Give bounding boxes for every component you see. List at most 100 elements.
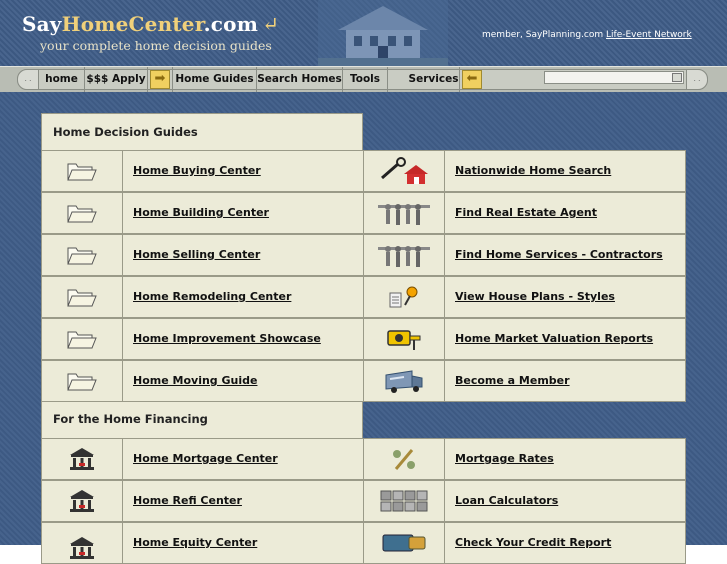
member-prefix: member, SayPlanning.com bbox=[482, 30, 604, 40]
row-icon-cell bbox=[363, 192, 445, 234]
nav-home-guides[interactable]: Home Guides bbox=[172, 67, 257, 92]
site-header: SayHomeCenter.com ↵ your complete home de… bbox=[0, 0, 727, 66]
people-icon bbox=[378, 204, 430, 225]
row-link-cell: Nationwide Home Search bbox=[444, 150, 686, 192]
row-link-cell: Home Building Center bbox=[122, 192, 364, 234]
slider-thumb[interactable] bbox=[672, 73, 682, 82]
row-link-cell: Home Equity Center bbox=[122, 522, 364, 564]
find-home-services-link[interactable]: Find Home Services - Contractors bbox=[455, 248, 663, 261]
row-link-cell: Find Real Estate Agent bbox=[444, 192, 686, 234]
logo-com: .com bbox=[203, 12, 259, 36]
row-link-cell: Home Market Valuation Reports bbox=[444, 318, 686, 360]
house-banner-image bbox=[318, 0, 448, 66]
folder-icon bbox=[67, 289, 97, 307]
home-buying-center-link[interactable]: Home Buying Center bbox=[133, 164, 261, 177]
row-link-cell: Home Mortgage Center bbox=[122, 438, 364, 480]
table-row: Home Refi Center Loan Calculators bbox=[41, 480, 686, 522]
row-link-cell: View House Plans - Styles bbox=[444, 276, 686, 318]
calculator-icon bbox=[380, 490, 428, 512]
house-key-icon bbox=[381, 157, 428, 184]
row-link-cell: Home Selling Center bbox=[122, 234, 364, 276]
home-mortgage-center-link[interactable]: Home Mortgage Center bbox=[133, 452, 278, 465]
become-a-member-link[interactable]: Become a Member bbox=[455, 374, 570, 387]
home-refi-center-link[interactable]: Home Refi Center bbox=[133, 494, 242, 507]
row-link-cell: Home Improvement Showcase bbox=[122, 318, 364, 360]
folder-icon bbox=[67, 331, 97, 349]
credit-card-icon bbox=[382, 534, 426, 552]
table-row: Home Equity Center Check Your Credit Rep… bbox=[41, 522, 686, 564]
folder-icon bbox=[67, 247, 97, 265]
row-icon-cell bbox=[363, 234, 445, 276]
nav-tools[interactable]: Tools bbox=[343, 67, 388, 92]
bank-icon bbox=[70, 490, 94, 512]
life-event-network-link[interactable]: Life-Event Network bbox=[606, 30, 692, 40]
nav-services[interactable]: Services bbox=[388, 67, 460, 92]
nav-forward-arrow-icon[interactable]: ➡ bbox=[150, 70, 170, 89]
table-row: Home Buying Center Nationwide Home Searc… bbox=[41, 150, 686, 192]
nav-left-cap: . . bbox=[17, 69, 39, 90]
row-link-cell: Check Your Credit Report bbox=[444, 522, 686, 564]
table-row: Home Mortgage Center Mortgage Rates bbox=[41, 438, 686, 480]
row-icon-cell bbox=[41, 480, 123, 522]
table-row: Home Improvement Showcase Home Market Va… bbox=[41, 318, 686, 360]
row-link-cell: Mortgage Rates bbox=[444, 438, 686, 480]
home-building-center-link[interactable]: Home Building Center bbox=[133, 206, 269, 219]
row-icon-cell bbox=[363, 318, 445, 360]
plans-pin-icon bbox=[389, 286, 418, 308]
section-home-decision-guides: Home Decision Guides bbox=[41, 113, 363, 151]
row-link-cell: Home Moving Guide bbox=[122, 360, 364, 402]
nav-scroll-slider[interactable] bbox=[544, 71, 684, 84]
folder-icon bbox=[67, 163, 97, 181]
row-icon-cell bbox=[363, 150, 445, 192]
row-icon-cell bbox=[41, 438, 123, 480]
check-credit-report-link[interactable]: Check Your Credit Report bbox=[455, 536, 611, 549]
home-selling-center-link[interactable]: Home Selling Center bbox=[133, 248, 260, 261]
row-icon-cell bbox=[41, 150, 123, 192]
home-remodeling-center-link[interactable]: Home Remodeling Center bbox=[133, 290, 291, 303]
nav-search-homes[interactable]: Search Homes bbox=[257, 67, 343, 92]
view-house-plans-link[interactable]: View House Plans - Styles bbox=[455, 290, 615, 303]
row-link-cell: Home Buying Center bbox=[122, 150, 364, 192]
logo-homecenter: HomeCenter bbox=[61, 12, 204, 36]
row-icon-cell bbox=[41, 234, 123, 276]
loan-calculators-link[interactable]: Loan Calculators bbox=[455, 494, 558, 507]
table-row: Home Building Center Find Real Estate Ag… bbox=[41, 192, 686, 234]
table-row: Home Selling Center Find Home Services -… bbox=[41, 234, 686, 276]
home-equity-center-link[interactable]: Home Equity Center bbox=[133, 536, 257, 549]
home-market-valuation-link[interactable]: Home Market Valuation Reports bbox=[455, 332, 653, 345]
nav-home[interactable]: home bbox=[39, 67, 85, 92]
folder-icon bbox=[67, 205, 97, 223]
table-row: Home Moving Guide Become a Member bbox=[41, 360, 686, 402]
logo-say: Say bbox=[22, 12, 62, 36]
site-logo[interactable]: SayHomeCenter.com ↵ bbox=[22, 12, 279, 36]
people-icon bbox=[378, 246, 430, 267]
measure-tape-icon bbox=[387, 330, 421, 350]
row-icon-cell bbox=[363, 522, 445, 564]
row-icon-cell bbox=[363, 480, 445, 522]
mortgage-rates-link[interactable]: Mortgage Rates bbox=[455, 452, 554, 465]
nav-apply[interactable]: $$$ Apply bbox=[85, 67, 148, 92]
moving-truck-icon bbox=[385, 370, 423, 393]
site-tagline: your complete home decision guides bbox=[40, 38, 272, 53]
folder-icon bbox=[67, 373, 97, 391]
row-link-cell: Home Refi Center bbox=[122, 480, 364, 522]
nav-back-arrow-icon[interactable]: ⬅ bbox=[462, 70, 482, 89]
row-icon-cell bbox=[363, 360, 445, 402]
row-icon-cell bbox=[41, 192, 123, 234]
home-improvement-showcase-link[interactable]: Home Improvement Showcase bbox=[133, 332, 321, 345]
row-link-cell: Loan Calculators bbox=[444, 480, 686, 522]
find-real-estate-agent-link[interactable]: Find Real Estate Agent bbox=[455, 206, 597, 219]
table-row: Home Remodeling Center View House Plans … bbox=[41, 276, 686, 318]
row-icon-cell bbox=[41, 276, 123, 318]
nav-right-cap: . . bbox=[686, 69, 708, 90]
section-home-financing: For the Home Financing bbox=[41, 401, 363, 439]
row-icon-cell bbox=[41, 360, 123, 402]
return-arrow-icon: ↵ bbox=[262, 12, 280, 36]
row-link-cell: Find Home Services - Contractors bbox=[444, 234, 686, 276]
bank-icon bbox=[70, 448, 94, 470]
home-moving-guide-link[interactable]: Home Moving Guide bbox=[133, 374, 257, 387]
percent-icon bbox=[393, 449, 415, 470]
nationwide-home-search-link[interactable]: Nationwide Home Search bbox=[455, 164, 611, 177]
row-icon-cell bbox=[41, 318, 123, 360]
row-icon-cell bbox=[363, 276, 445, 318]
